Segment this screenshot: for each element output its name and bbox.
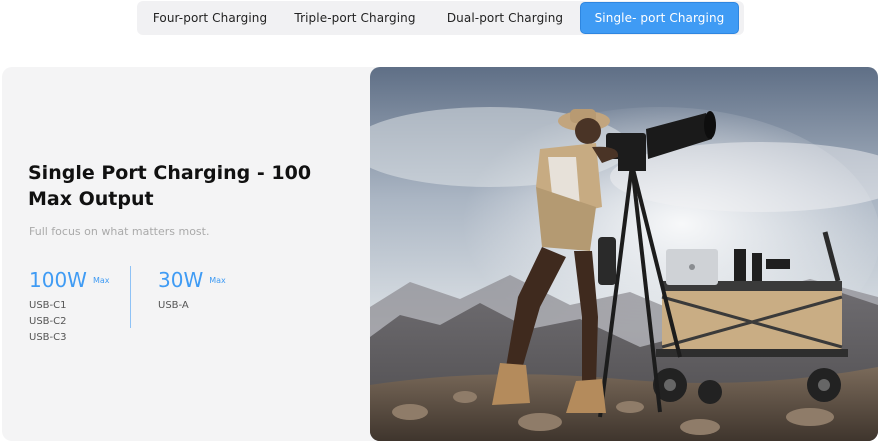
spec-usb-c: 100W Max USB-C1 USB-C2 USB-C3 [29, 268, 110, 346]
port-label: USB-C1 [29, 300, 67, 311]
tab-single-port[interactable]: Single- port Charging [580, 2, 739, 34]
port-label: USB-C2 [29, 316, 67, 327]
tab-four-port[interactable]: Four-port Charging [140, 2, 280, 34]
port-label: USB-C3 [29, 332, 67, 343]
info-panel [2, 67, 382, 441]
tab-dual-port[interactable]: Dual-port Charging [430, 2, 580, 34]
spec-unit: Max [209, 276, 226, 285]
tab-triple-port[interactable]: Triple-port Charging [280, 2, 430, 34]
spec-usb-a: 30W Max USB-A [158, 268, 226, 314]
tagline: Full focus on what matters most. [29, 225, 210, 238]
spec-value: 30W [158, 268, 204, 292]
spec-divider [130, 266, 131, 328]
photographer-image [370, 67, 878, 441]
spec-unit: Max [92, 276, 110, 285]
port-label: USB-A [158, 300, 189, 311]
charging-mode-tabs: Four-port Charging Triple-port Charging … [137, 1, 744, 35]
spec-value: 100W [29, 268, 87, 292]
page-title: Single Port Charging - 100 Max Output [28, 162, 312, 210]
